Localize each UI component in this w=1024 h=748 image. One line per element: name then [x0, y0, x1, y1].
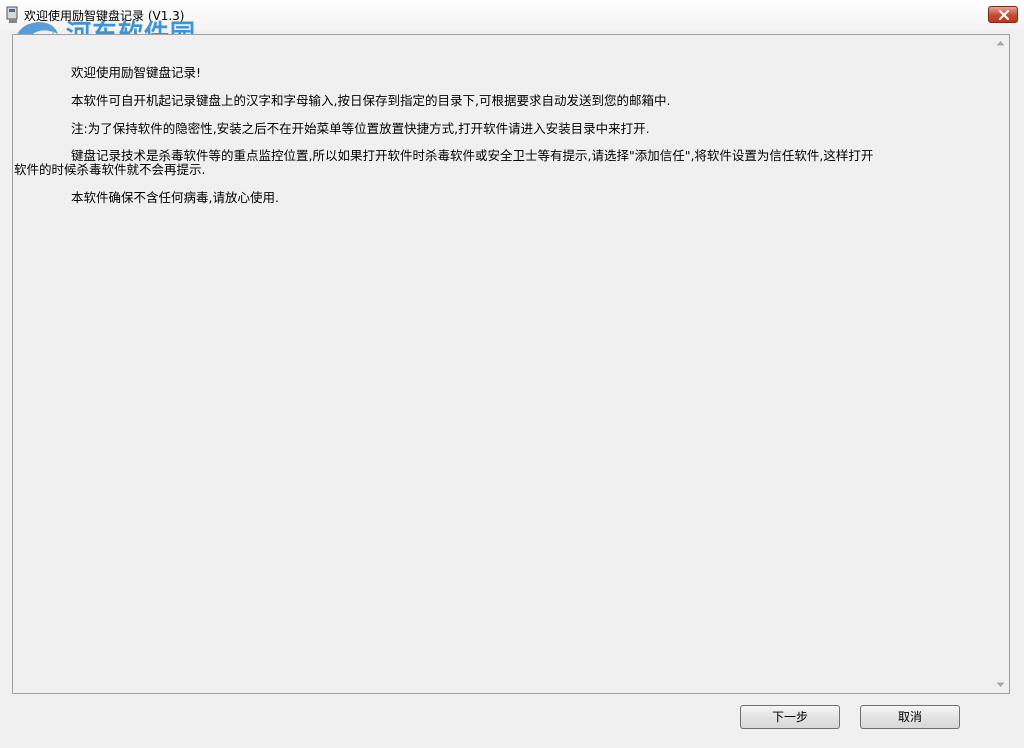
paragraph-features: 本软件可自开机起记录键盘上的汉字和字母输入,按日保存到指定的目录下,可根据要求自…: [71, 93, 671, 108]
window-title: 欢迎使用励智键盘记录 (V1.3): [24, 9, 185, 23]
scroll-up-icon[interactable]: [996, 40, 1005, 46]
cancel-button[interactable]: 取消: [860, 705, 960, 729]
close-button[interactable]: [988, 6, 1018, 23]
vertical-scrollbar[interactable]: [992, 35, 1009, 693]
paragraph-welcome: 欢迎使用励智键盘记录!: [71, 65, 202, 80]
paragraph-note: 注:为了保持软件的隐密性,安装之后不在开始菜单等位置放置快捷方式,打开软件请进入…: [71, 121, 650, 136]
title-bar[interactable]: 欢迎使用励智键盘记录 (V1.3): [0, 0, 1024, 30]
scroll-down-icon[interactable]: [996, 682, 1005, 688]
installer-window: 欢迎使用励智键盘记录 (V1.3) 河东软件园 www.pc0359.cn 欢迎…: [0, 0, 1024, 748]
next-button[interactable]: 下一步: [740, 705, 840, 729]
installer-app-icon: [6, 6, 20, 24]
description-textbox[interactable]: 欢迎使用励智键盘记录! 本软件可自开机起记录键盘上的汉字和字母输入,按日保存到指…: [12, 34, 1010, 694]
paragraph-antivirus: 键盘记录技术是杀毒软件等的重点监控位置,所以如果打开软件时杀毒软件或安全卫士等有…: [71, 148, 874, 163]
paragraph-antivirus-continued: 软件的时候杀毒软件就不会再提示.: [14, 162, 206, 177]
paragraph-safety: 本软件确保不含任何病毒,请放心使用.: [71, 190, 279, 205]
close-icon: [999, 10, 1009, 20]
